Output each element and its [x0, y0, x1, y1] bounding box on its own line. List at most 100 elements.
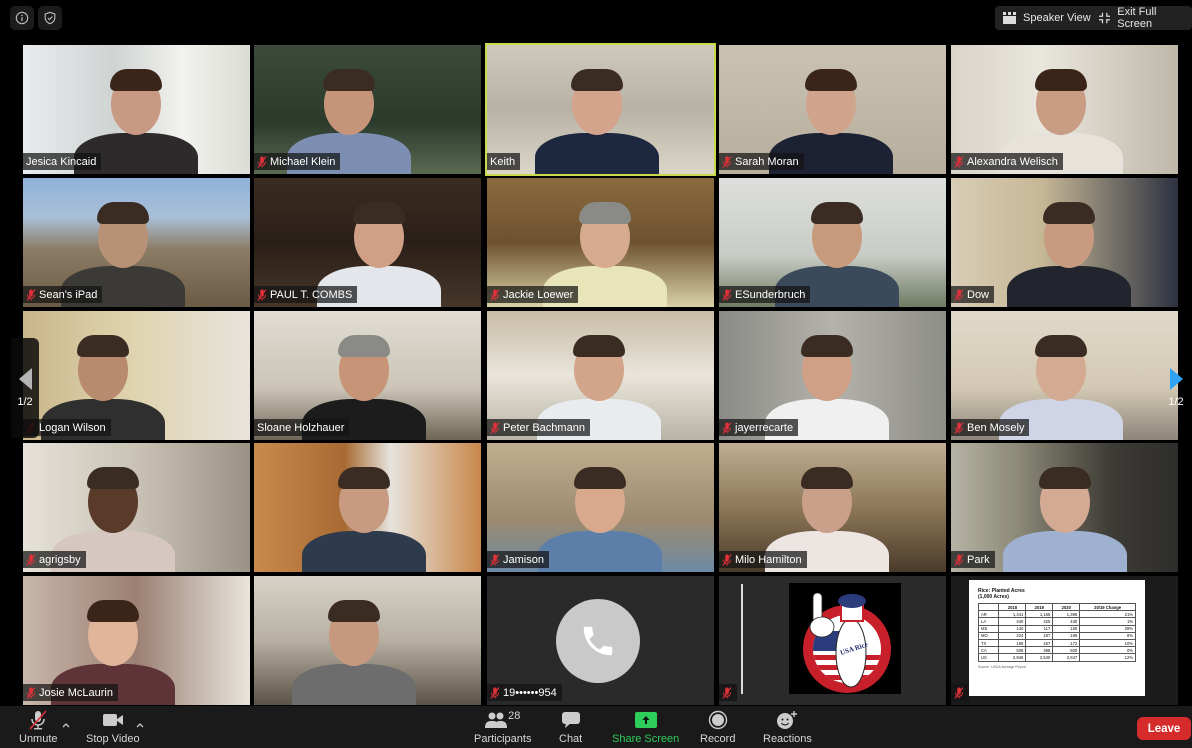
table-cell: 2,946	[998, 653, 1027, 662]
security-button[interactable]	[38, 6, 62, 30]
participant-video-tile[interactable]: Sloane Holzhauer	[254, 311, 481, 440]
participant-name: PAUL T. COMBS	[270, 288, 353, 301]
page-indicator: 1/2	[17, 396, 33, 408]
reactions-button[interactable]: Reactions	[763, 710, 812, 745]
participant-name-tag: Keith	[487, 153, 521, 170]
participant-name: Sloane Holzhauer	[257, 421, 345, 434]
participant-hair	[573, 335, 625, 357]
participant-video-tile[interactable]: agrigsby	[23, 443, 250, 572]
table-cell: 12%	[1079, 653, 1136, 662]
participant-name: Sarah Moran	[735, 155, 799, 168]
participants-count: 28	[508, 710, 521, 722]
leave-meeting-button[interactable]: Leave	[1137, 717, 1191, 740]
video-options-caret[interactable]	[135, 716, 145, 728]
participant-hair	[110, 69, 162, 91]
table-cell: CA	[977, 646, 1000, 655]
participant-hair	[1035, 335, 1087, 357]
participant-name: ESunderbruch	[735, 288, 806, 301]
participant-video-tile[interactable]: Dow	[951, 178, 1178, 307]
participant-video-tile[interactable]: Keith	[485, 43, 716, 176]
shared-slide-tile[interactable]: Rice: Planted Acres (1,000 Acres) 2018 2019…	[951, 576, 1178, 705]
table-cell: 1%	[1079, 617, 1136, 626]
table-header: 2018	[998, 602, 1027, 612]
participant-video-tile[interactable]: Park	[951, 443, 1178, 572]
speaker-view-label: Speaker View	[1023, 12, 1091, 24]
microphone-muted-icon	[29, 710, 47, 730]
table-row: TX 195 157 172 10%	[977, 638, 1136, 648]
audio-options-caret[interactable]	[61, 716, 71, 728]
exit-fullscreen-icon	[1099, 12, 1111, 24]
participants-button[interactable]: 28 Participants	[474, 710, 531, 745]
participant-video-tile[interactable]: Jamison	[487, 443, 714, 572]
participant-video-tile[interactable]	[254, 576, 481, 705]
meeting-info-button[interactable]	[10, 6, 34, 30]
participant-name-tag	[951, 684, 969, 701]
participant-name-tag: Sean's iPad	[23, 286, 103, 303]
participant-hair	[811, 202, 863, 224]
participant-hair	[1043, 202, 1095, 224]
participant-hair	[338, 335, 390, 357]
participant-video-tile[interactable]: Milo Hamilton	[719, 443, 946, 572]
participant-name: Milo Hamilton	[735, 553, 802, 566]
participant-name-tag: Jackie Loewer	[487, 286, 579, 303]
participant-video-tile[interactable]: Peter Bachmann	[487, 311, 714, 440]
microphone-muted-icon	[490, 553, 500, 566]
speaker-view-button[interactable]: Speaker View	[995, 6, 1099, 30]
table-cell: 1,441	[998, 610, 1027, 619]
table-header: 2020	[1052, 602, 1081, 612]
participant-name: jayerrecarte	[735, 421, 794, 434]
table-row: MO 224 187 199 6%	[977, 631, 1136, 640]
participant-video-tile[interactable]: PAUL T. COMBS	[254, 178, 481, 307]
participant-name-tag: Dow	[951, 286, 995, 303]
chat-button[interactable]: Chat	[559, 710, 582, 745]
table-cell: US	[977, 653, 1000, 662]
table-cell: 150	[1052, 624, 1081, 633]
participant-video-tile[interactable]: Ben Mosely	[951, 311, 1178, 440]
unmute-button[interactable]: Unmute	[19, 710, 58, 745]
table-cell: 157	[1025, 638, 1054, 648]
participant-name: Peter Bachmann	[503, 421, 585, 434]
participant-video-tile[interactable]: Logan Wilson	[23, 311, 250, 440]
participant-video-tile[interactable]	[254, 443, 481, 572]
table-cell: MS	[977, 624, 1000, 633]
phone-participant-tile[interactable]: 19••••••954	[487, 576, 714, 705]
participant-name-tag: Peter Bachmann	[487, 419, 590, 436]
participant-video-tile[interactable]: Michael Klein	[254, 45, 481, 174]
reactions-label: Reactions	[763, 733, 812, 745]
next-page-button[interactable]: 1/2	[1162, 338, 1190, 438]
participant-video-tile[interactable]: Josie McLaurin	[23, 576, 250, 705]
logo-participant-tile[interactable]: USA Rice	[719, 576, 946, 705]
exit-fullscreen-button[interactable]: Exit Full Screen	[1091, 6, 1192, 30]
participant-name: Sean's iPad	[39, 288, 98, 301]
table-row: AR 1,441 1,156 1,396 21%	[977, 610, 1136, 619]
participant-video-tile[interactable]: Alexandra Welisch	[951, 45, 1178, 174]
microphone-muted-icon	[257, 288, 267, 301]
participant-name: Ben Mosely	[967, 421, 1025, 434]
table-cell: 195	[998, 638, 1027, 648]
microphone-muted-icon	[26, 686, 36, 699]
participant-video-tile[interactable]: Sean's iPad	[23, 178, 250, 307]
previous-page-button[interactable]: 1/2	[11, 338, 39, 438]
microphone-muted-icon	[26, 553, 36, 566]
chevron-up-icon	[136, 723, 144, 728]
participant-name-tag: Jesica Kincaid	[23, 153, 102, 170]
record-button[interactable]: Record	[700, 710, 735, 745]
microphone-muted-icon	[257, 155, 267, 168]
participant-video-tile[interactable]: Jackie Loewer	[487, 178, 714, 307]
participants-icon	[485, 712, 508, 728]
shared-slide: Rice: Planted Acres (1,000 Acres) 2018 2019…	[969, 580, 1145, 696]
share-screen-button[interactable]: Share Screen	[612, 710, 679, 745]
participant-video-tile[interactable]: Sarah Moran	[719, 45, 946, 174]
phone-icon	[556, 599, 640, 683]
participant-video-tile[interactable]: Jesica Kincaid	[23, 45, 250, 174]
participant-video-tile[interactable]: ESunderbruch	[719, 178, 946, 307]
participant-video-tile[interactable]: jayerrecarte	[719, 311, 946, 440]
participant-name: Jackie Loewer	[503, 288, 574, 301]
stop-video-button[interactable]: Stop Video	[86, 710, 140, 745]
info-icon	[15, 11, 29, 25]
share-screen-label: Share Screen	[612, 733, 680, 745]
table-cell: 425	[1025, 617, 1054, 626]
table-cell: 500	[1052, 646, 1081, 655]
participant-name: Josie McLaurin	[39, 686, 113, 699]
table-cell: 498	[1025, 646, 1054, 655]
